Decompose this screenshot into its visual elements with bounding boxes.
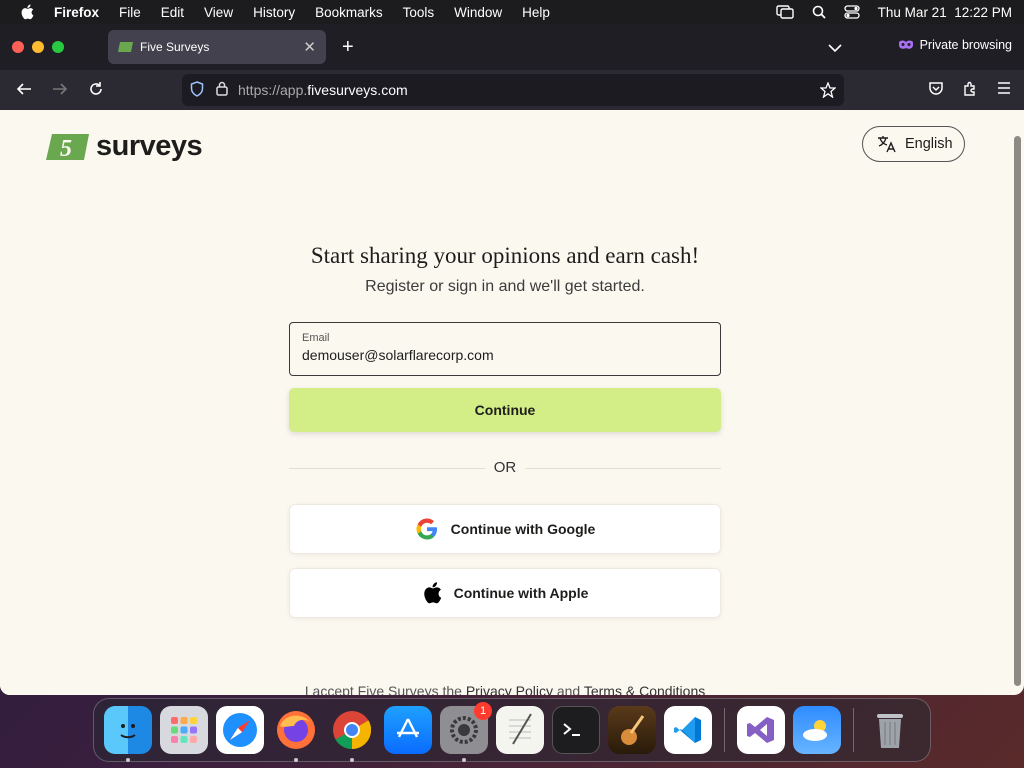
url-bar[interactable]: https://app. fivesurveys.com <box>182 74 844 106</box>
finder-icon[interactable] <box>104 706 152 762</box>
tab-title: Five Surveys <box>140 40 210 54</box>
window-controls <box>12 41 64 53</box>
lock-icon[interactable] <box>216 81 228 99</box>
email-input-value[interactable]: demouser@solarflarecorp.com <box>302 347 708 363</box>
zoom-window-button[interactable] <box>52 41 64 53</box>
menu-window[interactable]: Window <box>454 5 502 20</box>
page-scrollbar-thumb[interactable] <box>1014 136 1021 686</box>
dock-separator-2 <box>853 708 854 752</box>
or-divider: OR <box>289 458 721 478</box>
finder-running-dot <box>126 758 130 762</box>
dock: 1 <box>93 698 931 762</box>
navigation-bar: https://app. fivesurveys.com <box>0 70 1024 110</box>
google-icon <box>416 518 437 540</box>
reload-icon[interactable] <box>88 81 104 102</box>
private-browsing-label: Private browsing <box>919 38 1012 52</box>
menu-bookmarks[interactable]: Bookmarks <box>315 5 383 20</box>
extensions-icon[interactable] <box>962 81 978 102</box>
private-browsing-indicator: Private browsing <box>898 38 1012 52</box>
browser-window: Five Surveys ✕ + Private browsing https:… <box>0 24 1024 695</box>
email-field[interactable]: Email demouser@solarflarecorp.com <box>289 322 721 376</box>
menu-tools[interactable]: Tools <box>403 5 435 20</box>
close-window-button[interactable] <box>12 41 24 53</box>
apple-button-label: Continue with Apple <box>453 585 589 601</box>
toolbar-right <box>928 81 1012 102</box>
menu-file[interactable]: File <box>119 5 141 20</box>
menu-bar: Firefox File Edit View History Bookmarks… <box>0 0 1024 24</box>
launchpad-icon[interactable] <box>160 706 208 754</box>
web-page: 5 surveys English Start sharing your opi… <box>0 110 1010 695</box>
logo-number: 5 <box>60 136 72 161</box>
apple-logo-icon <box>423 582 441 604</box>
tab-bar: Five Surveys ✕ + Private browsing <box>0 24 1024 70</box>
logo-mark-icon: 5 <box>46 133 89 161</box>
url-prefix: https://app. <box>238 82 308 98</box>
firefox-icon[interactable] <box>272 706 320 762</box>
menu-app-firefox[interactable]: Firefox <box>54 5 99 20</box>
five-surveys-favicon <box>118 42 133 52</box>
terminal-icon[interactable] <box>552 706 600 754</box>
continue-button[interactable]: Continue <box>289 388 721 432</box>
close-tab-icon[interactable]: ✕ <box>303 38 316 56</box>
continue-with-google-button[interactable]: Continue with Google <box>289 504 721 554</box>
url-domain: fivesurveys.com <box>307 82 408 98</box>
pocket-icon[interactable] <box>928 81 944 102</box>
menu-help[interactable]: Help <box>522 5 550 20</box>
bookmark-star-icon[interactable] <box>819 81 837 101</box>
five-surveys-logo[interactable]: 5 surveys <box>46 130 203 163</box>
trash-icon[interactable] <box>866 706 914 754</box>
settings-badge: 1 <box>474 702 492 720</box>
weather-icon[interactable] <box>793 706 841 754</box>
footer-and: and <box>556 683 581 695</box>
terms-consent-text: I accept Five Surveys the Privacy Policy… <box>0 683 1010 695</box>
menu-clock[interactable]: Thu Mar 21 12:22 PM <box>878 5 1012 20</box>
footer-prefix: I accept Five Surveys the <box>304 683 462 695</box>
dock-separator <box>724 708 725 752</box>
chrome-icon[interactable] <box>328 706 376 762</box>
menu-history[interactable]: History <box>253 5 295 20</box>
divider-line-right <box>525 468 721 469</box>
firefox-running-dot <box>294 758 298 762</box>
textedit-icon[interactable] <box>496 706 544 754</box>
translate-icon <box>878 136 896 153</box>
new-tab-icon[interactable]: + <box>342 37 354 57</box>
minimize-window-button[interactable] <box>32 41 44 53</box>
menu-view[interactable]: View <box>204 5 233 20</box>
language-selector-button[interactable]: English <box>862 126 965 162</box>
garageband-icon[interactable] <box>608 706 656 754</box>
page-headline: Start sharing your opinions and earn cas… <box>310 243 700 268</box>
spotlight-search-icon[interactable] <box>812 5 826 19</box>
forward-icon[interactable] <box>52 81 68 102</box>
settings-running-dot <box>462 758 466 762</box>
vscode-icon[interactable] <box>664 706 712 754</box>
hamburger-menu-icon[interactable] <box>996 81 1012 102</box>
system-settings-icon[interactable]: 1 <box>440 702 492 762</box>
tracking-protection-shield-icon[interactable] <box>190 80 204 100</box>
list-tabs-icon[interactable] <box>828 40 842 58</box>
terms-conditions-link[interactable]: Terms & Conditions <box>584 683 705 695</box>
google-button-label: Continue with Google <box>450 521 596 537</box>
screen-mirroring-icon[interactable] <box>775 5 794 19</box>
private-mask-icon <box>898 40 913 49</box>
privacy-policy-link[interactable]: Privacy Policy <box>466 683 553 695</box>
safari-icon[interactable] <box>216 706 264 754</box>
menu-edit[interactable]: Edit <box>161 5 184 20</box>
logo-word: surveys <box>96 130 203 162</box>
app-store-icon[interactable] <box>384 706 432 754</box>
tab-five-surveys[interactable]: Five Surveys ✕ <box>108 30 326 64</box>
back-icon[interactable] <box>16 81 32 102</box>
chrome-running-dot <box>350 758 354 762</box>
apple-icon[interactable] <box>20 4 36 20</box>
language-label: English <box>905 136 953 152</box>
control-center-icon[interactable] <box>844 5 860 19</box>
visual-studio-icon[interactable] <box>737 706 785 754</box>
page-subheadline: Register or sign in and we'll get starte… <box>365 278 645 295</box>
email-label: Email <box>302 332 330 344</box>
continue-with-apple-button[interactable]: Continue with Apple <box>289 568 721 618</box>
